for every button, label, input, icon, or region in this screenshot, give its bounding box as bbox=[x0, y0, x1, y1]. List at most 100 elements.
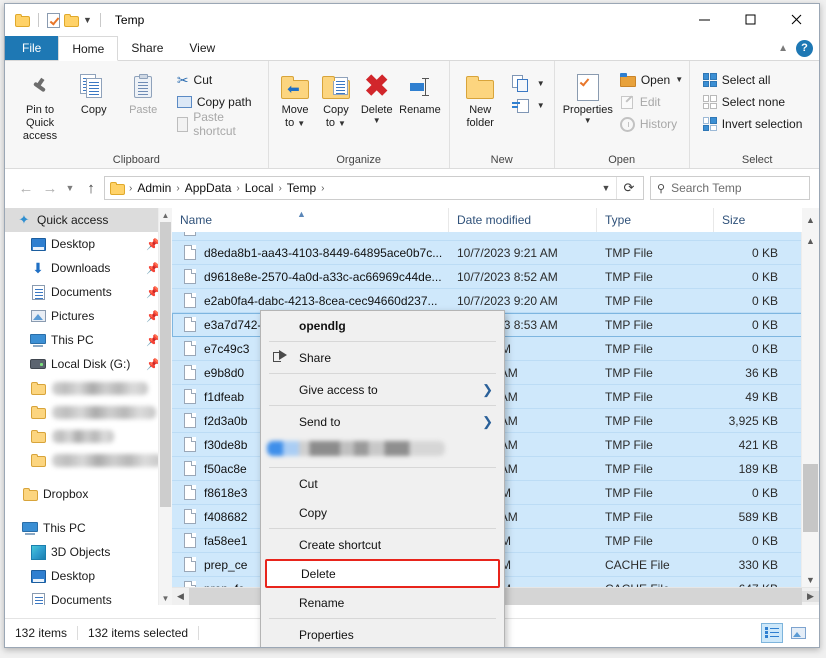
sidebar-item-downloads[interactable]: ⬇ Downloads 📌 bbox=[5, 256, 172, 280]
context-menu-item-rename[interactable]: Rename bbox=[261, 588, 504, 617]
new-item-caret-down-icon[interactable]: ▼ bbox=[537, 80, 545, 88]
sidebar-item-3d-objects[interactable]: 3D Objects bbox=[5, 540, 172, 564]
help-question-icon[interactable]: ? bbox=[796, 39, 813, 57]
breadcrumb-bar[interactable]: › Admin › AppData › Local › Temp › ▼ ⟳ bbox=[104, 176, 644, 200]
paste-shortcut-button[interactable]: Paste shortcut bbox=[174, 110, 262, 138]
open-caret-down-icon[interactable]: ▼ bbox=[675, 76, 683, 84]
vscroll-thumb[interactable] bbox=[803, 464, 818, 532]
table-row[interactable]: d8eda8b1-aa43-4103-8449-64895ace0b7c... … bbox=[172, 241, 819, 265]
column-header-date-modified[interactable]: Date modified bbox=[449, 208, 597, 232]
new-folder-label-line2: folder bbox=[466, 117, 494, 129]
move-to-caret-down-icon[interactable]: ▼ bbox=[297, 119, 305, 128]
select-none-button[interactable]: Select none bbox=[700, 91, 806, 113]
history-button[interactable]: History bbox=[617, 113, 686, 135]
minimize-button[interactable] bbox=[681, 4, 727, 35]
breadcrumb-item-local[interactable]: Local bbox=[241, 181, 278, 195]
folder-icon bbox=[27, 381, 49, 395]
context-menu-item-send-to[interactable]: Send to ❯ bbox=[261, 407, 504, 436]
context-menu-item-delete[interactable]: Delete bbox=[265, 559, 500, 588]
copy-to-caret-down-icon[interactable]: ▼ bbox=[338, 119, 346, 128]
column-header-name[interactable]: ▲ Name bbox=[172, 208, 449, 232]
rename-button[interactable]: Rename bbox=[397, 67, 443, 117]
new-folder-button[interactable]: New folder bbox=[456, 67, 505, 130]
sidebar-item-documents-pc[interactable]: Documents bbox=[5, 588, 172, 605]
copy-button[interactable]: Copy bbox=[69, 67, 118, 117]
nav-pane-scrollbar[interactable]: ▲ ▼ bbox=[158, 208, 172, 605]
folder-icon[interactable] bbox=[15, 13, 30, 27]
forward-button[interactable]: → bbox=[38, 180, 62, 197]
context-menu-item-properties[interactable]: Properties bbox=[261, 620, 504, 647]
breadcrumb-item-admin[interactable]: Admin bbox=[133, 181, 175, 195]
new-item-button[interactable]: ▼ bbox=[509, 73, 548, 95]
table-row[interactable]: d9618e8e-2570-4a0d-a33c-ac66969c44de... … bbox=[172, 265, 819, 289]
large-icons-view-button[interactable] bbox=[787, 623, 809, 643]
paste-button[interactable]: Paste bbox=[118, 67, 167, 117]
refresh-icon[interactable]: ⟳ bbox=[616, 177, 641, 199]
tab-file[interactable]: File bbox=[5, 36, 59, 60]
vscroll-down-chevron-down-icon[interactable]: ▼ bbox=[802, 571, 819, 588]
address-dropdown-chevron-down-icon[interactable]: ▼ bbox=[596, 183, 616, 193]
select-all-button[interactable]: Select all bbox=[700, 69, 806, 91]
maximize-button[interactable] bbox=[727, 4, 773, 35]
move-to-button[interactable]: ⬅ Move to ▼ bbox=[275, 67, 316, 130]
sidebar-item-this-pc[interactable]: This PC bbox=[5, 516, 172, 540]
tab-share[interactable]: Share bbox=[118, 36, 176, 60]
pin-to-quick-access-button[interactable]: Pin to Quick access bbox=[11, 67, 69, 143]
nav-scroll-up-chevron-up-icon[interactable]: ▲ bbox=[159, 208, 172, 222]
tab-view[interactable]: View bbox=[176, 36, 228, 60]
vscroll-up-chevron-up-icon[interactable]: ▲ bbox=[802, 232, 819, 249]
sidebar-item-redacted-2[interactable] bbox=[5, 400, 172, 424]
context-menu-item-cut[interactable]: Cut bbox=[261, 469, 504, 498]
sidebar-item-local-disk-g[interactable]: Local Disk (G:) 📌 bbox=[5, 352, 172, 376]
sidebar-item-dropbox[interactable]: Dropbox bbox=[5, 482, 172, 506]
delete-button[interactable]: ✖ Delete ▼ bbox=[356, 67, 397, 125]
sidebar-item-documents[interactable]: Documents 📌 bbox=[5, 280, 172, 304]
new-folder-icon[interactable] bbox=[64, 13, 79, 27]
breadcrumb-item-temp[interactable]: Temp bbox=[283, 181, 320, 195]
back-button[interactable]: ← bbox=[14, 180, 38, 197]
nav-scroll-down-chevron-down-icon[interactable]: ▼ bbox=[159, 591, 172, 605]
cut-button[interactable]: ✂ Cut bbox=[174, 69, 262, 91]
delete-caret-down-icon[interactable]: ▼ bbox=[373, 117, 381, 125]
invert-selection-button[interactable]: Invert selection bbox=[700, 113, 806, 135]
context-menu-item-copy[interactable]: Copy bbox=[261, 498, 504, 527]
sidebar-item-this-pc-quick[interactable]: This PC 📌 bbox=[5, 328, 172, 352]
context-menu-item-redacted[interactable] bbox=[261, 436, 504, 466]
table-row[interactable] bbox=[172, 232, 819, 241]
column-header-type[interactable]: Type bbox=[597, 208, 714, 232]
sidebar-item-redacted-1[interactable] bbox=[5, 376, 172, 400]
details-view-button[interactable] bbox=[761, 623, 783, 643]
collapse-ribbon-chevron-up-icon[interactable]: ▲ bbox=[778, 43, 788, 54]
properties-caret-down-icon[interactable]: ▼ bbox=[584, 117, 592, 125]
copy-to-button[interactable]: Copy to ▼ bbox=[316, 67, 357, 130]
qat-dropdown-caret-icon[interactable]: ▼ bbox=[83, 15, 92, 25]
close-button[interactable] bbox=[773, 4, 819, 35]
tab-home[interactable]: Home bbox=[58, 36, 119, 61]
context-menu-item-share[interactable]: Share bbox=[261, 343, 504, 372]
sidebar-item-pictures[interactable]: Pictures 📌 bbox=[5, 304, 172, 328]
breadcrumb-separator-4[interactable]: › bbox=[320, 183, 325, 194]
recent-locations-chevron-down-icon[interactable]: ▼ bbox=[62, 183, 78, 193]
sidebar-item-desktop[interactable]: Desktop 📌 bbox=[5, 232, 172, 256]
sidebar-item-redacted-4[interactable] bbox=[5, 448, 172, 472]
context-menu-item-create-shortcut[interactable]: Create shortcut bbox=[261, 530, 504, 559]
open-button[interactable]: Open ▼ bbox=[617, 69, 686, 91]
context-menu-item-give-access-to[interactable]: Give access to ❯ bbox=[261, 375, 504, 404]
file-list-vertical-scrollbar[interactable]: ▲ ▼ bbox=[801, 232, 819, 588]
sidebar-item-desktop-pc[interactable]: Desktop bbox=[5, 564, 172, 588]
properties-check-icon[interactable] bbox=[47, 12, 60, 28]
search-input[interactable]: Search Temp bbox=[671, 181, 741, 195]
breadcrumb-item-appdata[interactable]: AppData bbox=[181, 181, 236, 195]
hscroll-left-chevron-left-icon[interactable]: ◀ bbox=[172, 591, 189, 602]
column-header-size[interactable]: Size bbox=[714, 208, 792, 232]
search-box[interactable]: ⚲ Search Temp bbox=[650, 176, 810, 200]
easy-access-button[interactable]: ▼ bbox=[509, 95, 548, 117]
edit-button[interactable]: Edit bbox=[617, 91, 686, 113]
up-button[interactable]: ↑ bbox=[78, 180, 104, 197]
properties-button[interactable]: Properties ▼ bbox=[561, 67, 615, 125]
sidebar-item-quick-access[interactable]: ✦ Quick access bbox=[5, 208, 172, 232]
sidebar-item-redacted-3[interactable] bbox=[5, 424, 172, 448]
nav-scroll-thumb[interactable] bbox=[160, 222, 171, 507]
easy-access-caret-down-icon[interactable]: ▼ bbox=[537, 102, 545, 110]
hscroll-right-chevron-right-icon[interactable]: ▶ bbox=[802, 591, 819, 602]
